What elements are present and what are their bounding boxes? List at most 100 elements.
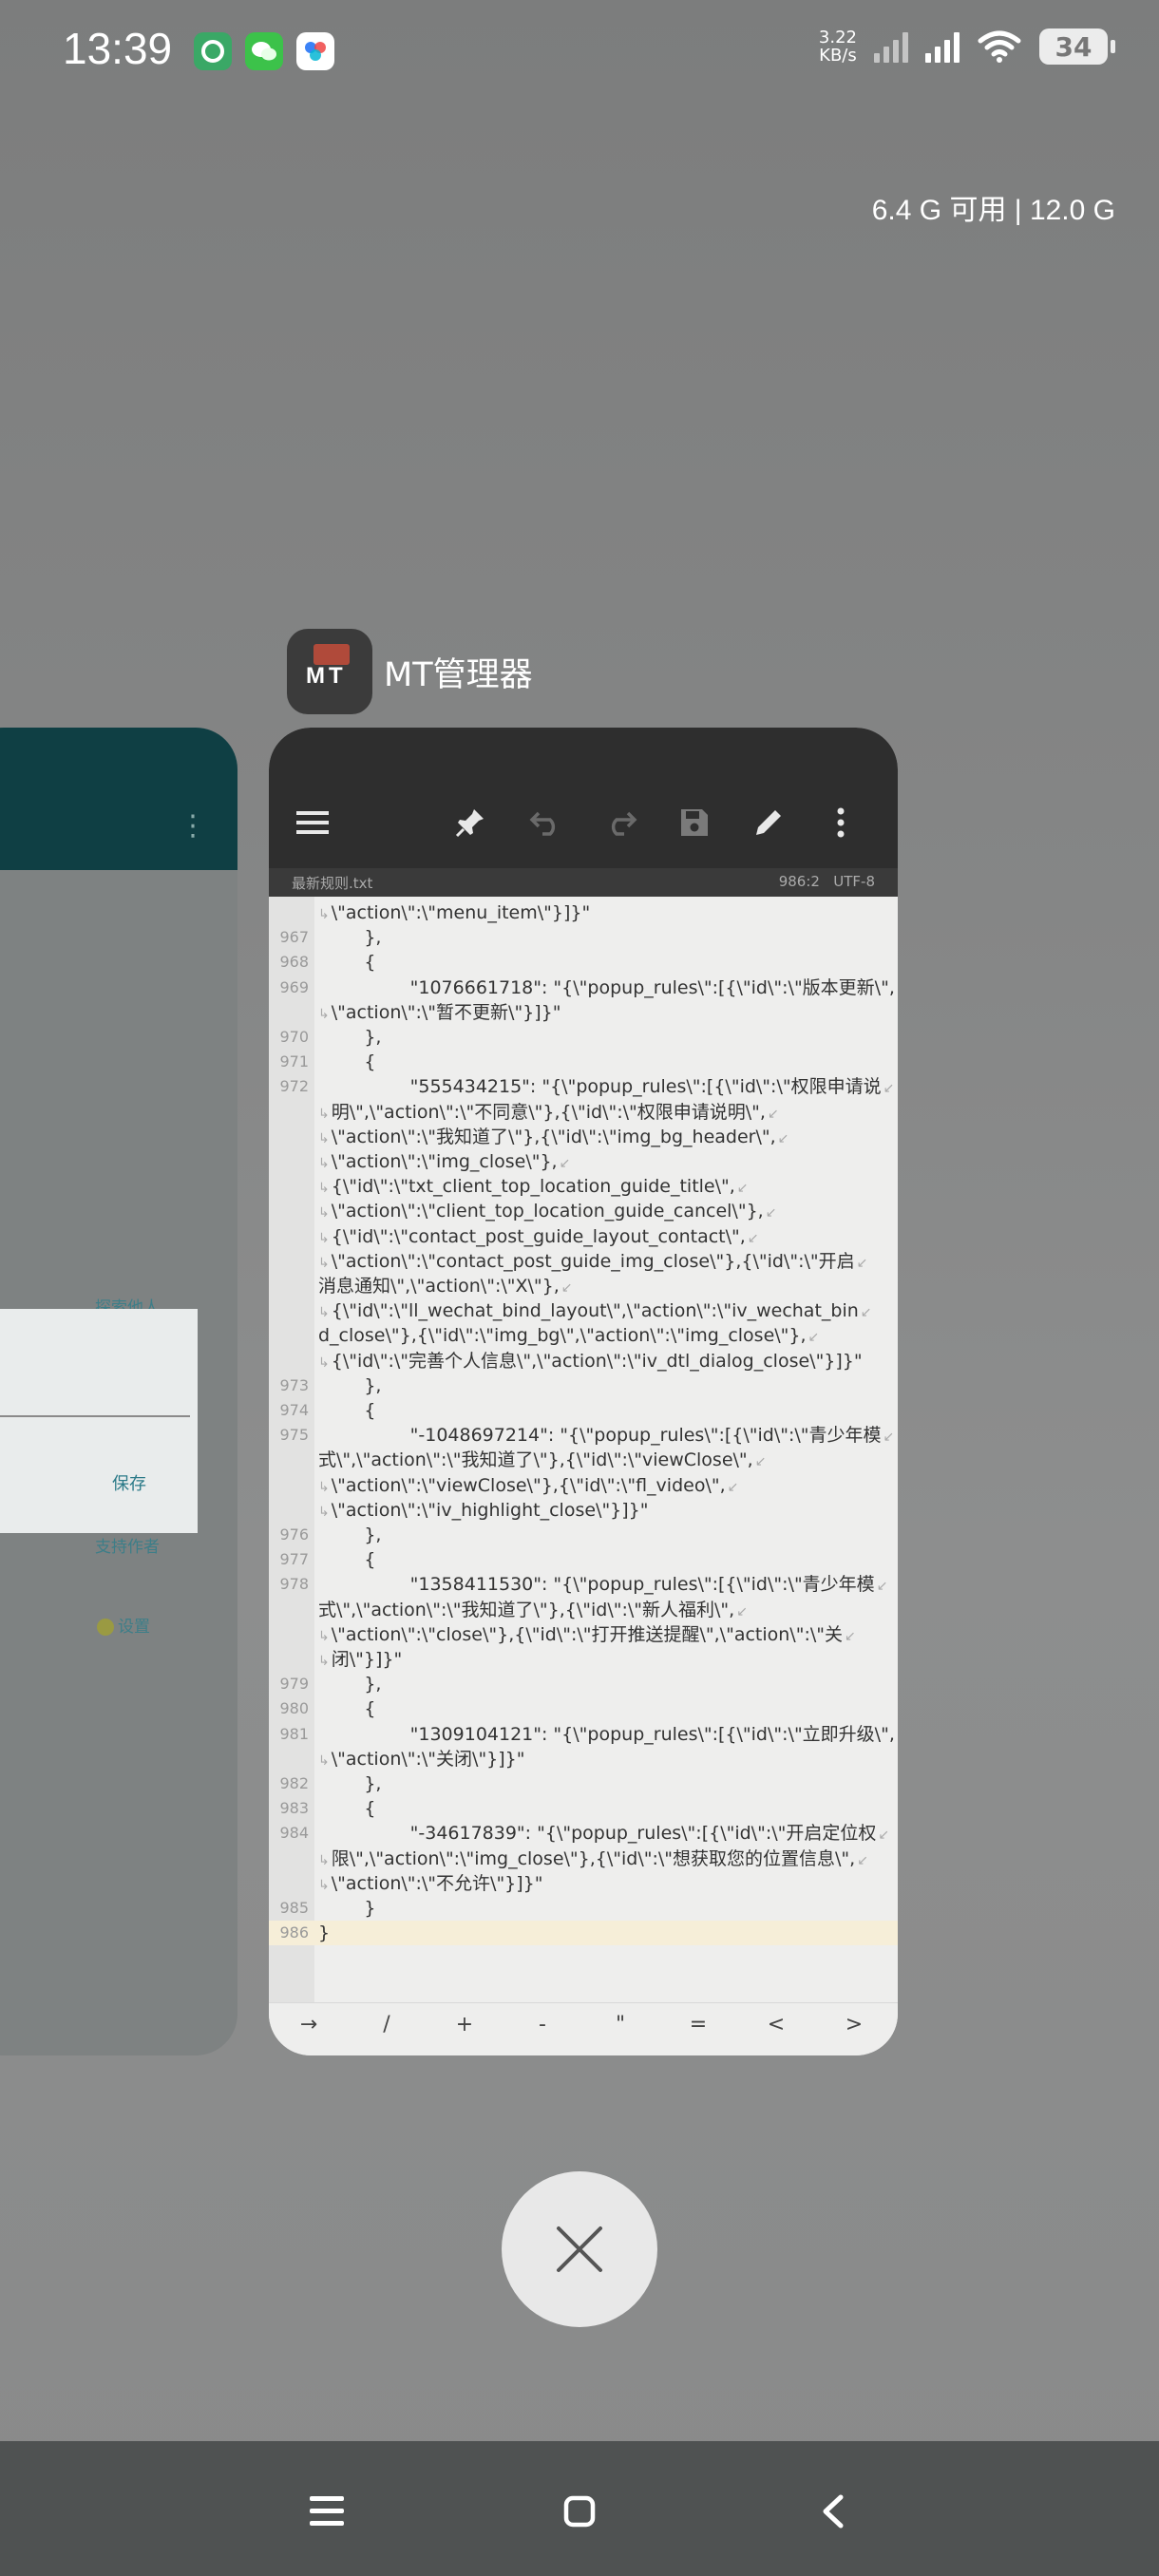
code-line: ↳ \"action\":\"iv_highlight_close\"}]}" [269,1498,898,1523]
line-text: ↳ \"action\":\"不允许\"}]}" [318,1872,543,1894]
battery-level: 34 [1054,30,1092,63]
symbol-bar: → / + - " = < > [269,2002,898,2055]
mt-manager-icon: MT [287,629,372,714]
symbol-key[interactable]: = [670,2013,727,2036]
code-line: 975 "-1048697214": "{\"popup_rules\":[{\… [269,1423,898,1448]
signal-sim2-icon [925,30,960,63]
edit-icon[interactable] [748,802,789,843]
code-line: ↳ \"action\":\"暂不更新\"}]}" [269,1000,898,1025]
status-bar: 13:39 3.22 KB/s 34 [0,0,1159,104]
line-text: "1358411530": "{\"popup_rules\":[{\"id\"… [318,1574,888,1596]
code-line: ↳ \"action\":\"close\"},{\"id\":\"打开推送提醒\… [269,1622,898,1647]
recent-app-card-left[interactable]: ⋮ 探索他人 保存 支持作者 设置 [0,728,238,2055]
line-number: 985 [279,1899,309,1917]
clear-all-button[interactable] [502,2171,657,2327]
line-text: "555434215": "{\"popup_rules\":[{\"id\":… [318,1076,895,1098]
code-line: ↳ {\"id\":\"contact_post_guide_layout_con… [269,1224,898,1249]
line-text: } [318,1923,331,1944]
line-text: ↳ 闭\"}]}" [318,1649,403,1670]
left-card-settings: 设置 [97,1613,150,1637]
home-icon [563,2495,596,2528]
redo-icon[interactable] [599,802,641,843]
line-text: ↳ 明\",\"action\":\"不同意\"},{\"id\":\"权限申请说… [318,1101,779,1123]
code-line: 978 "1358411530": "{\"popup_rules\":[{\"… [269,1572,898,1597]
symbol-key[interactable]: / [358,2013,415,2036]
symbol-key[interactable]: - [514,2013,571,2036]
line-text: ↳ \"action\":\"暂不更新\"}]}" [318,1001,561,1023]
line-number: 980 [279,1699,309,1718]
undo-icon[interactable] [525,802,567,843]
line-number: 984 [279,1824,309,1843]
line-number: 970 [279,1028,309,1046]
left-card-dialog: 保存 [0,1309,198,1533]
symbol-key[interactable]: < [748,2013,805,2036]
navigation-bar [0,2441,1159,2576]
code-line: 983 { [269,1796,898,1821]
symbol-key[interactable]: → [280,2013,337,2036]
line-number: 983 [279,1799,309,1818]
line-text: }, [318,1773,382,1794]
memory-info: 6.4 G 可用 | 12.0 G [871,195,1115,226]
code-editor[interactable]: ↳ \"action\":\"menu_item\"}]}" 967 }, 968 {… [269,897,898,2002]
line-text: ↳ \"action\":\"关闭\"}]}" [318,1748,525,1770]
symbol-key[interactable]: + [436,2013,493,2036]
home-button[interactable] [551,2483,608,2540]
line-number: 967 [279,928,309,947]
code-line: ↳ {\"id\":\"txt_client_top_location_guide… [269,1174,898,1199]
code-line: ↳ \"action\":\"menu_item\"}]}" [269,900,898,925]
save-icon[interactable] [674,802,715,843]
code-line: ↳ {\"id\":\"完善个人信息\",\"action\":\"iv_dtl_… [269,1349,898,1373]
line-text: d_close\"},{\"id\":\"img_bg\",\"action\"… [318,1325,820,1347]
line-text: { [318,1798,376,1820]
code-line: 973 }, [269,1373,898,1398]
line-text: }, [318,1525,382,1545]
line-number: 968 [279,953,309,972]
code-line: 式\",\"action\":\"我知道了\"},{\"id\":\"新人福利\… [269,1598,898,1622]
line-text: "1076661718": "{\"popup_rules\":[{\"id\"… [318,976,898,998]
line-number: 977 [279,1550,309,1569]
symbol-key[interactable]: " [592,2013,649,2036]
cursor-position: 986:2 UTF-8 [778,873,875,890]
symbol-key[interactable]: > [826,2013,883,2036]
line-text: { [318,1549,376,1571]
line-text: "1309104121": "{\"popup_rules\":[{\"id\"… [318,1723,898,1745]
code-line: ↳ 限\",\"action\":\"img_close\"},{\"id\":\… [269,1847,898,1871]
more-options-icon[interactable] [820,802,862,843]
code-line: 984 "-34617839": "{\"popup_rules\":[{\"i… [269,1821,898,1846]
code-line: 970 }, [269,1025,898,1050]
line-text: } [318,1898,376,1919]
code-line: 967 }, [269,925,898,950]
line-number: 972 [279,1077,309,1096]
code-line: 985 } [269,1896,898,1921]
code-line: ↳ \"action\":\"contact_post_guide_img_clo… [269,1249,898,1274]
pin-icon[interactable] [449,802,491,843]
line-number: 979 [279,1675,309,1694]
code-line: 968 { [269,950,898,975]
line-text: ↳ {\"id\":\"完善个人信息\",\"action\":\"iv_dtl_… [318,1350,863,1372]
line-text: { [318,1400,376,1421]
recents-button[interactable] [298,2483,355,2540]
code-line: ↳ \"action\":\"不允许\"}]}" [269,1871,898,1896]
green-leaf-icon [194,32,232,70]
code-line: d_close\"},{\"id\":\"img_bg\",\"action\"… [269,1323,898,1348]
recent-app-card-mt[interactable]: 最新规则.txt 986:2 UTF-8 ↳ \"action\":\"menu_… [269,728,898,2055]
line-text: ↳ {\"id\":\"ll_wechat_bind_layout\",\"act… [318,1300,872,1322]
back-button[interactable] [804,2483,861,2540]
line-number: 975 [279,1426,309,1445]
menu-icon [310,2496,344,2526]
code-line: 972 "555434215": "{\"popup_rules\":[{\"i… [269,1074,898,1099]
line-text: ↳ \"action\":\"close\"},{\"id\":\"打开推送提醒\… [318,1623,856,1645]
code-line: ↳ \"action\":\"关闭\"}]}" [269,1747,898,1771]
line-number: 971 [279,1052,309,1071]
code-line: ↳ \"action\":\"client_top_location_guide_… [269,1199,898,1223]
line-number: 969 [279,977,309,996]
line-number: 974 [279,1401,309,1419]
app-card-header[interactable]: MT MT管理器 [287,629,533,714]
line-text: ↳ \"action\":\"menu_item\"}]}" [318,902,591,923]
line-number: 982 [279,1774,309,1792]
menu-icon[interactable] [292,802,333,843]
code-line: 消息通知\",\"action\":\"X\"}, ↙ [269,1274,898,1298]
signal-sim1-icon [874,30,908,63]
code-line: ↳ 明\",\"action\":\"不同意\"},{\"id\":\"权限申请说… [269,1100,898,1125]
code-line: 977 { [269,1547,898,1572]
